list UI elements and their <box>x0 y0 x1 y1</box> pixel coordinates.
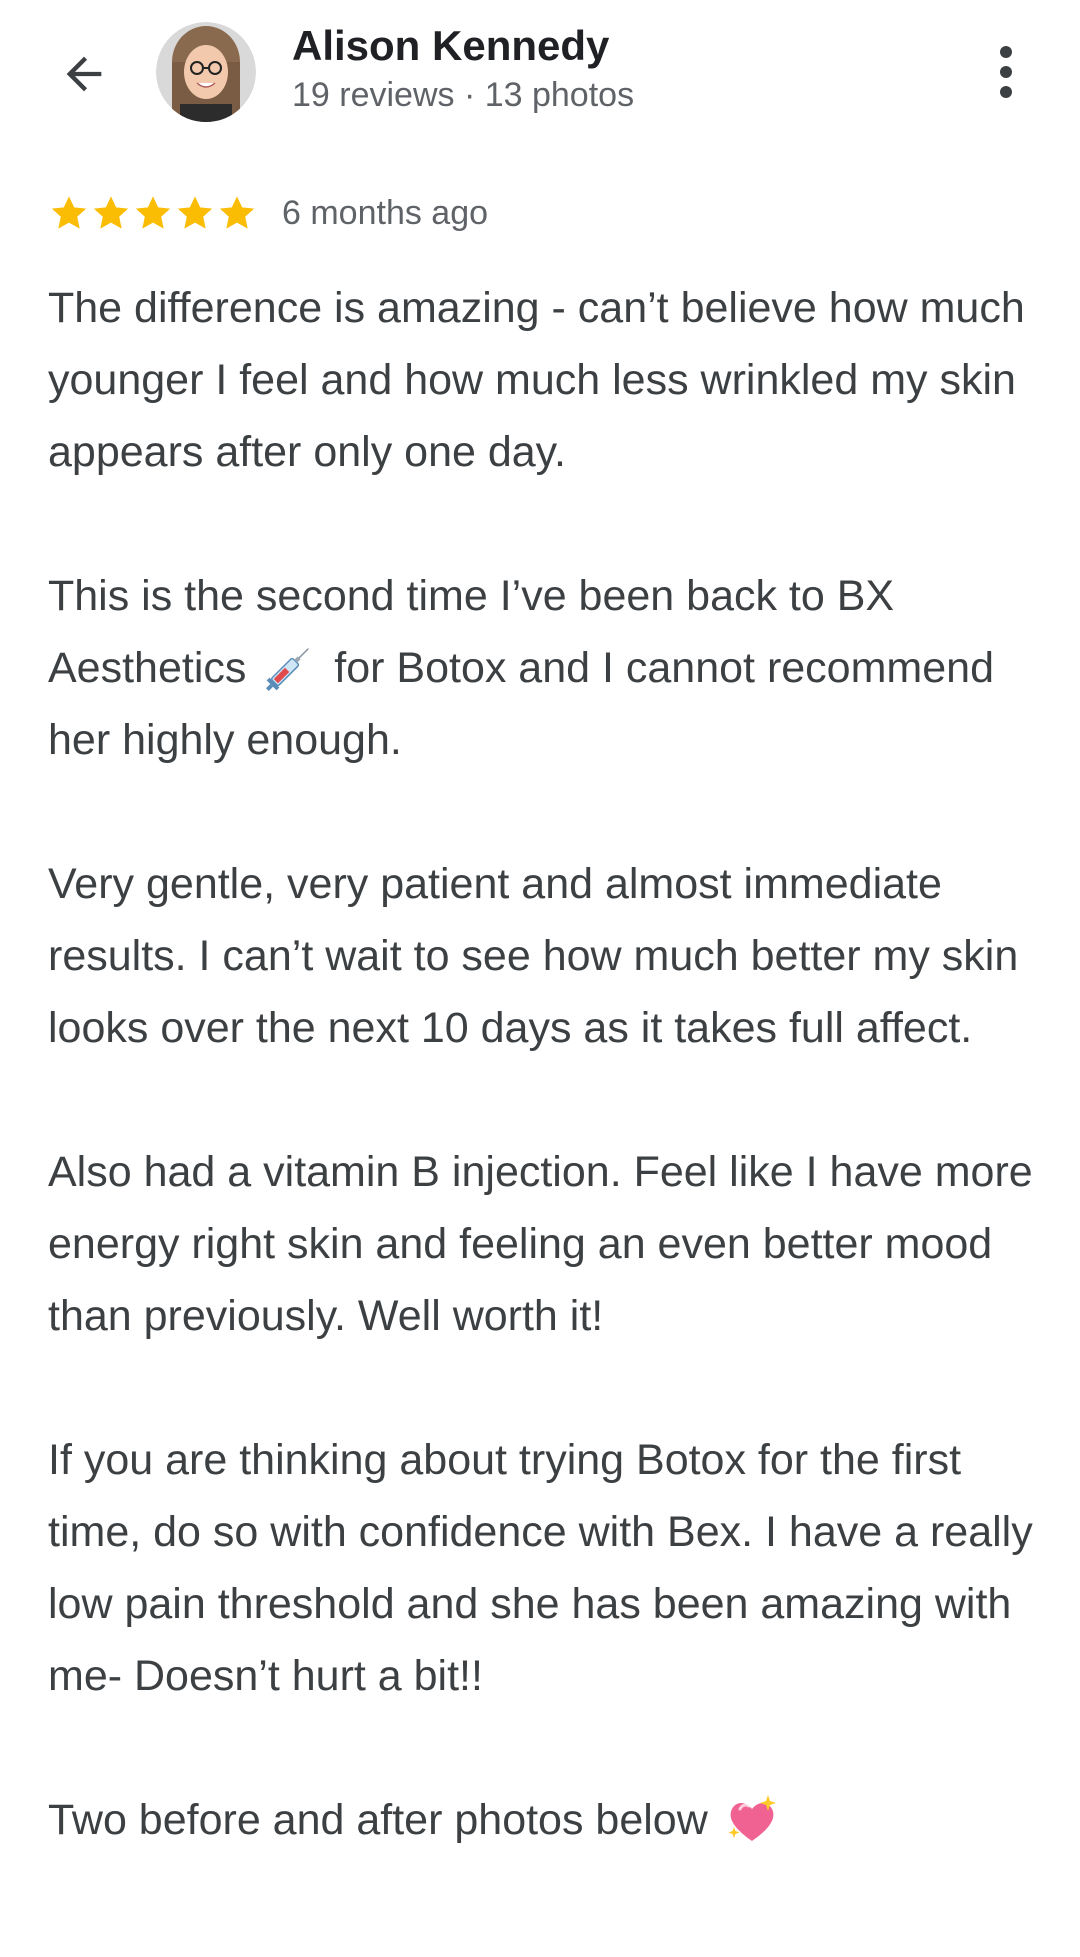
reviewer-name[interactable]: Alison Kennedy <box>292 22 609 70</box>
star-rating <box>48 192 258 234</box>
review-paragraph-text: Two before and after photos below <box>48 1796 708 1844</box>
review-paragraph: Very gentle, very patient and almost imm… <box>48 860 1019 1052</box>
avatar[interactable] <box>156 22 256 122</box>
star-icon <box>219 196 255 229</box>
syringe-emoji-icon <box>266 647 310 691</box>
review-header: Alison Kennedy 19 reviews · 13 photos <box>0 0 1080 150</box>
arrow-back-icon <box>66 56 102 92</box>
more-options-button[interactable] <box>976 36 1036 108</box>
avatar-image <box>156 22 256 122</box>
sparkling-heart-emoji-icon <box>728 1794 776 1841</box>
review-paragraph: The difference is amazing - can’t believ… <box>48 284 1025 476</box>
rating-row: 6 months ago <box>48 188 488 238</box>
star-icon <box>135 196 171 229</box>
review-time: 6 months ago <box>282 193 489 232</box>
star-icon <box>51 196 87 229</box>
review-paragraph: Two before and after photos below <box>48 1784 1038 1856</box>
review-text: The difference is amazing - can’t believ… <box>48 272 1038 1928</box>
back-button[interactable] <box>48 38 120 110</box>
review-paragraph: Also had a vitamin B injection. Feel lik… <box>48 1148 1033 1340</box>
review-paragraph: If you are thinking about trying Botox f… <box>48 1436 1033 1700</box>
more-vert-icon <box>1000 46 1012 98</box>
reviewer-meta: 19 reviews · 13 photos <box>292 76 635 114</box>
review-paragraph: This is the second time I’ve been back t… <box>48 560 1038 776</box>
star-icon <box>93 196 129 229</box>
star-icon <box>177 196 213 229</box>
